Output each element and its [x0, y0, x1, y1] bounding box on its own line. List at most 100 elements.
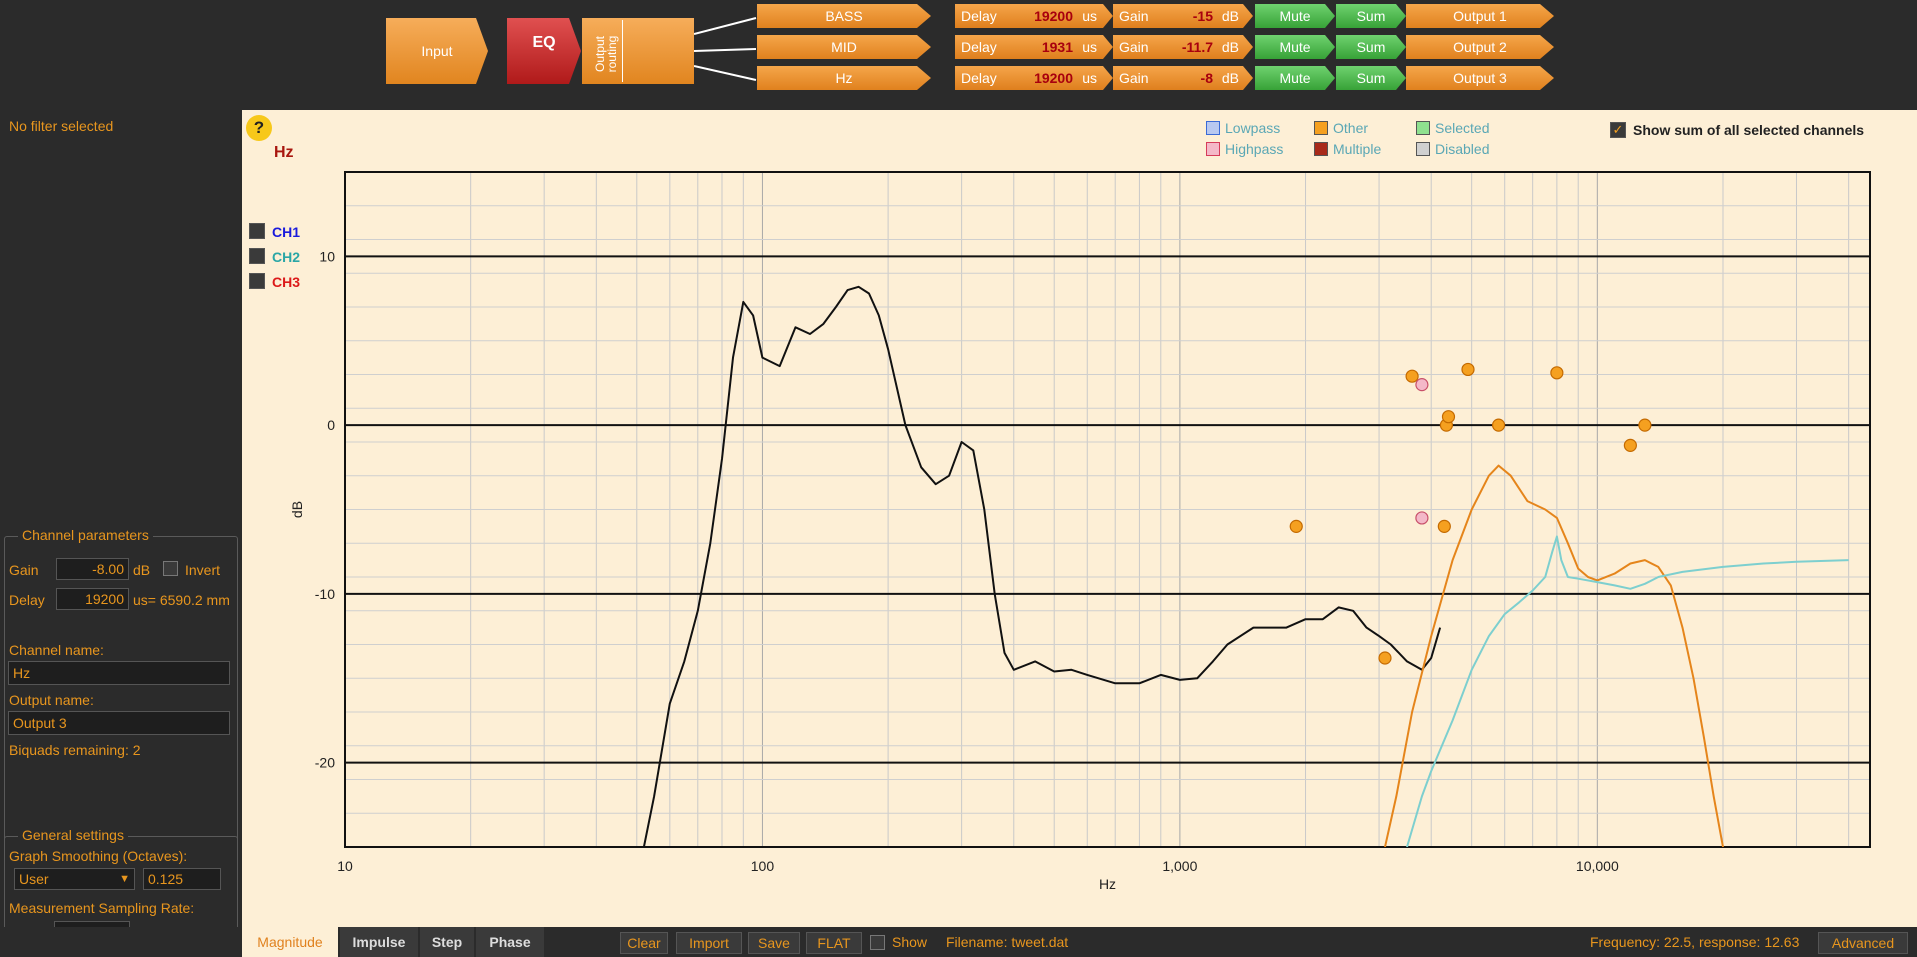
x-tick-label: 100	[751, 858, 775, 874]
mute-label: Mute	[1279, 8, 1311, 24]
output-name-input[interactable]: Output 3	[8, 711, 230, 735]
gain-control[interactable]: Gain -11.7 dB	[1113, 35, 1253, 59]
y-tick-label: -20	[315, 755, 335, 771]
routing-lines	[694, 17, 757, 81]
filter-point	[1491, 418, 1506, 432]
y-axis-label: dB	[289, 501, 305, 518]
output-arrow[interactable]: Output 3	[1406, 66, 1554, 90]
eq-label: EQ	[532, 34, 556, 51]
output-routing-block[interactable]: Output routing	[582, 18, 694, 84]
filter-point	[1415, 511, 1429, 525]
gain-control-unit: dB	[1221, 70, 1239, 86]
delay-unit: us= 6590.2 mm	[133, 592, 230, 608]
output-arrow[interactable]: Output 1	[1406, 4, 1554, 28]
save-button[interactable]: Save	[748, 932, 800, 954]
tab-magnitude[interactable]: Magnitude	[242, 927, 338, 957]
y-tick-label: 10	[319, 248, 335, 264]
gain-control-label: Gain	[1119, 8, 1149, 24]
mute-button[interactable]: Mute	[1255, 4, 1335, 28]
channel-name-label: Channel name:	[9, 642, 104, 658]
delay-control-unit: us	[1082, 39, 1097, 55]
eq-block[interactable]: EQ	[507, 18, 581, 84]
filter-point	[1550, 366, 1564, 380]
filter-point	[1437, 519, 1451, 533]
gain-value: -8.00	[92, 561, 124, 577]
channel-name-arrow[interactable]: Hz	[757, 66, 931, 90]
filter-point	[1405, 369, 1419, 383]
filter-point	[1441, 410, 1456, 424]
import-button[interactable]: Import	[676, 932, 742, 954]
gain-control-value: -11.7	[1181, 39, 1213, 55]
general-settings-legend: General settings	[18, 827, 128, 843]
channel-name-arrow[interactable]: BASS	[757, 4, 931, 28]
output-arrow[interactable]: Output 2	[1406, 35, 1554, 59]
gain-control-label: Gain	[1119, 39, 1149, 55]
tab-impulse[interactable]: Impulse	[340, 927, 418, 957]
gain-label: Gain	[9, 562, 39, 578]
show-label: Show	[892, 934, 928, 950]
show-checkbox[interactable]	[870, 935, 885, 950]
delay-control-unit: us	[1082, 8, 1097, 24]
smoothing-value-input[interactable]: 0.125	[143, 868, 221, 890]
output-routing-divider	[622, 20, 623, 82]
filter-point	[1415, 378, 1429, 392]
gain-control[interactable]: Gain -15 dB	[1113, 4, 1253, 28]
gain-control-unit: dB	[1221, 8, 1239, 24]
chevron-down-icon: ▼	[119, 873, 130, 885]
tab-step[interactable]: Step	[420, 927, 474, 957]
delay-control[interactable]: Delay 19200 us	[955, 4, 1113, 28]
gain-control[interactable]: Gain -8 dB	[1113, 66, 1253, 90]
gain-unit: dB	[133, 562, 151, 578]
sum-button[interactable]: Sum	[1336, 66, 1406, 90]
filter-point	[1623, 438, 1637, 452]
left-panel: No filter selected Channel parameters Ga…	[0, 110, 240, 957]
smoothing-mode-select[interactable]: User ▼	[14, 868, 135, 890]
filter-point	[1461, 362, 1475, 377]
input-label: Input	[421, 43, 453, 59]
delay-input[interactable]: 19200	[56, 588, 129, 610]
gain-control-value: -15	[1192, 8, 1213, 24]
x-axis-label: Hz	[1099, 876, 1116, 892]
x-tick-label: 1,000	[1162, 858, 1197, 874]
tab-phase[interactable]: Phase	[476, 927, 544, 957]
channel-name-input[interactable]: Hz	[8, 661, 230, 685]
delay-value: 19200	[85, 591, 124, 607]
sum-button[interactable]: Sum	[1336, 4, 1406, 28]
invert-checkbox[interactable]	[163, 561, 178, 576]
filter-point	[1638, 418, 1652, 432]
smoothing-mode-value: User	[19, 871, 49, 887]
magnitude-chart[interactable]: 10 100 1,000 10,000100-10-20HzdB	[242, 110, 1917, 927]
filter-point	[1289, 519, 1303, 533]
biquads-remaining: Biquads remaining: 2	[9, 742, 141, 758]
gain-input[interactable]: -8.00	[56, 558, 129, 580]
bottom-bar: Magnitude Impulse Step Phase Clear Impor…	[0, 927, 1917, 957]
mute-button[interactable]: Mute	[1255, 35, 1335, 59]
output-routing-label: Output routing	[593, 35, 619, 73]
delay-control-label: Delay	[961, 70, 997, 86]
input-block[interactable]: Input	[386, 18, 488, 84]
delay-control-value: 19200	[1034, 8, 1073, 24]
x-tick-label: 10,000	[1576, 858, 1619, 874]
delay-control[interactable]: Delay 1931 us	[955, 35, 1113, 59]
channel-arrow-label: MID	[831, 39, 857, 55]
sum-button[interactable]: Sum	[1336, 35, 1406, 59]
delay-control-label: Delay	[961, 39, 997, 55]
flat-button[interactable]: FLAT	[806, 932, 862, 954]
channel-name-arrow[interactable]: MID	[757, 35, 931, 59]
invert-label: Invert	[185, 562, 221, 578]
output-name-label: Output name:	[9, 692, 94, 708]
output-arrow-label: Output 1	[1453, 8, 1507, 24]
gain-control-unit: dB	[1221, 39, 1239, 55]
sum-label: Sum	[1356, 39, 1386, 55]
delay-control-label: Delay	[961, 8, 997, 24]
y-tick-label: -10	[315, 586, 335, 602]
clear-button[interactable]: Clear	[620, 932, 668, 954]
y-tick-label: 0	[327, 417, 335, 433]
channel-arrow-label: BASS	[825, 8, 863, 24]
mute-button[interactable]: Mute	[1255, 66, 1335, 90]
advanced-button[interactable]: Advanced	[1818, 932, 1908, 954]
output-name-value: Output 3	[13, 715, 67, 731]
delay-control[interactable]: Delay 19200 us	[955, 66, 1113, 90]
status-readout: Frequency: 22.5, response: 12.63	[1590, 934, 1800, 950]
smoothing-value: 0.125	[148, 871, 184, 887]
